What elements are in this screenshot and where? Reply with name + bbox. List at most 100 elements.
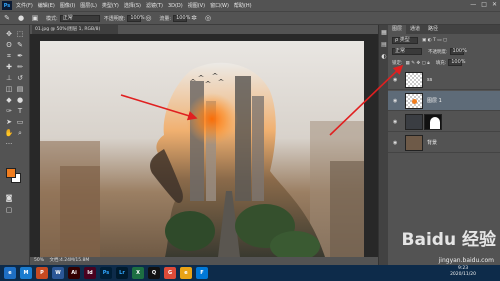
menu-edit[interactable]: 编辑(E) [38, 2, 55, 9]
mode-select[interactable]: 正常 [59, 14, 100, 22]
quick-mask-icon[interactable]: ◙ [4, 193, 14, 203]
adjustments-icon[interactable]: ◐ [380, 53, 388, 61]
marquee-tool-icon[interactable]: ⬚ [15, 29, 25, 39]
opacity-field[interactable]: 100% [127, 14, 145, 22]
layer-mask-thumbnail[interactable] [424, 113, 442, 130]
foreground-color-swatch[interactable] [6, 168, 16, 178]
flow-field[interactable]: 100% [173, 14, 190, 22]
taskbar-app-photoshop[interactable]: Ps [100, 267, 112, 279]
history-icon[interactable]: ▦ [380, 29, 388, 37]
gradient-tool-icon[interactable]: ▤ [15, 84, 25, 94]
taskbar-app-powerpoint[interactable]: P [36, 267, 48, 279]
hand-tool-icon[interactable]: ✋ [4, 128, 14, 138]
lock-icons[interactable]: ▦ ✎ ✥ ▢ 🔒︎ [406, 60, 430, 66]
tab-layers[interactable]: 图层 [388, 25, 407, 34]
layer-thumbnail [405, 71, 423, 88]
history-brush-tool-icon[interactable]: ↺ [15, 73, 25, 83]
mode-label: 模式: [46, 15, 58, 22]
layer-row[interactable]: ◉ 背景 [388, 133, 500, 153]
layer-name[interactable]: 背景 [427, 139, 437, 146]
pen-tool-icon[interactable]: ✑ [4, 106, 14, 116]
menu-select[interactable]: 选择(S) [124, 2, 141, 9]
menu-help[interactable]: 帮助(H) [234, 2, 252, 9]
minimize-button[interactable]: — [470, 1, 476, 8]
path-select-tool-icon[interactable]: ➤ [4, 117, 14, 127]
eyedropper-tool-icon[interactable]: ✒ [15, 51, 25, 61]
crop-tool-icon[interactable]: ⌗ [4, 51, 14, 61]
tab-channels[interactable]: 通道 [406, 25, 424, 34]
close-button[interactable]: ✕ [492, 1, 497, 8]
taskbar-app-excel[interactable]: X [132, 267, 144, 279]
canvas-image[interactable] [40, 41, 364, 257]
flow-label: 流量: [159, 15, 172, 22]
brush-panel-icon[interactable]: ▣ [31, 14, 39, 22]
baidu-watermark: Baidu 经验 [401, 230, 496, 250]
pressure-opacity-icon[interactable]: ◎ [144, 14, 152, 22]
move-tool-icon[interactable]: ✥ [4, 29, 14, 39]
fill-label: 填充: [435, 60, 447, 66]
document-tab[interactable]: 01.jpg @ 50%(图层 1, RGB/8) [32, 25, 118, 34]
visibility-eye-icon[interactable]: ◉ [393, 140, 401, 146]
taskbar-app-indesign[interactable]: Id [84, 267, 96, 279]
menu-window[interactable]: 窗口(W) [210, 2, 229, 9]
visibility-eye-icon[interactable]: ◉ [393, 119, 401, 125]
maximize-button[interactable]: □ [481, 1, 487, 8]
taskbar-app-mail[interactable]: M [20, 267, 32, 279]
watermark-url: jingyan.baidu.com [438, 257, 494, 264]
blur-tool-icon[interactable]: ◆ [4, 95, 14, 105]
taskbar-app-chrome[interactable]: G [164, 267, 176, 279]
lock-row: 锁定: ▦ ✎ ✥ ▢ 🔒︎ 填充: 100% [388, 59, 500, 66]
taskbar-app-qq[interactable]: Q [148, 267, 160, 279]
dodge-tool-icon[interactable]: ● [15, 95, 25, 105]
shape-tool-icon[interactable]: ▭ [15, 117, 25, 127]
fill-field[interactable]: 100% [448, 59, 466, 66]
status-zoom[interactable]: 50% [34, 258, 44, 263]
quick-select-tool-icon[interactable]: ✎ [15, 40, 25, 50]
menu-3d[interactable]: 3D(D) [168, 3, 183, 9]
airbrush-icon[interactable]: ✲ [190, 14, 198, 22]
options-bar: ✎ ● ▣ 模式: 正常 不透明度: 100% ◎ 流量: 100% ✲ ◎ [0, 11, 500, 25]
taskbar-app-ie[interactable]: e [4, 267, 16, 279]
taskbar-app-word[interactable]: W [52, 267, 64, 279]
taskbar-app-browser[interactable]: e [180, 267, 192, 279]
menu-layer[interactable]: 图层(L) [80, 2, 97, 9]
zoom-tool-icon[interactable]: ⌕ [15, 128, 25, 138]
layer-name[interactable]: 图层 1 [427, 97, 442, 104]
visibility-eye-icon[interactable]: ◉ [393, 77, 401, 83]
layer-row[interactable]: ◉ ss [388, 70, 500, 90]
pressure-size-icon[interactable]: ◎ [204, 14, 212, 22]
more-tools-icon[interactable]: ··· [4, 139, 14, 149]
menu-filter[interactable]: 滤镜(T) [146, 2, 163, 9]
visibility-eye-icon[interactable]: ◉ [393, 98, 401, 104]
menu-file[interactable]: 文件(F) [16, 2, 33, 9]
taskbar-clock[interactable]: 9:23 2020/11/20 [450, 266, 476, 278]
lasso-tool-icon[interactable]: ʘ [4, 40, 14, 50]
filter-icons[interactable]: ▣ ◐ T ▭ ▢ [422, 38, 447, 43]
brush-preset-icon[interactable]: ● [17, 14, 25, 22]
menu-type[interactable]: 类型(Y) [102, 2, 119, 9]
brush-tool-icon[interactable]: ✏ [15, 62, 25, 72]
tab-paths[interactable]: 路径 [424, 25, 442, 34]
eraser-tool-icon[interactable]: ◫ [4, 84, 14, 94]
brush-tool-icon[interactable]: ✎ [3, 14, 11, 22]
taskbar-app-explorer[interactable]: F [196, 267, 208, 279]
lock-label: 锁定: [392, 60, 403, 66]
menubar: Ps 文件(F) 编辑(E) 图像(I) 图层(L) 类型(Y) 选择(S) 滤… [0, 0, 500, 11]
menu-view[interactable]: 视图(V) [188, 2, 205, 9]
blend-mode-select[interactable]: 正常 [392, 48, 422, 55]
kind-filter-select[interactable]: ρ 类型 [392, 37, 418, 44]
type-tool-icon[interactable]: T [15, 106, 25, 116]
menu-image[interactable]: 图像(I) [60, 2, 75, 9]
taskbar-app-illustrator[interactable]: Ai [68, 267, 80, 279]
properties-icon[interactable]: ▤ [380, 41, 388, 49]
ps-logo: Ps [2, 1, 12, 10]
stamp-tool-icon[interactable]: ⊥ [4, 73, 14, 83]
layer-opacity-field[interactable]: 100% [449, 48, 467, 55]
layer-row[interactable]: ◉ [388, 112, 500, 132]
layer-row-selected[interactable]: ◉ 图层 1 [388, 91, 500, 111]
screen-mode-icon[interactable]: ▢ [4, 205, 14, 215]
layer-opacity-label: 不透明度: [428, 49, 448, 55]
healing-tool-icon[interactable]: ✚ [4, 62, 14, 72]
layer-name[interactable]: ss [427, 77, 432, 83]
taskbar-app-lightroom[interactable]: Lr [116, 267, 128, 279]
